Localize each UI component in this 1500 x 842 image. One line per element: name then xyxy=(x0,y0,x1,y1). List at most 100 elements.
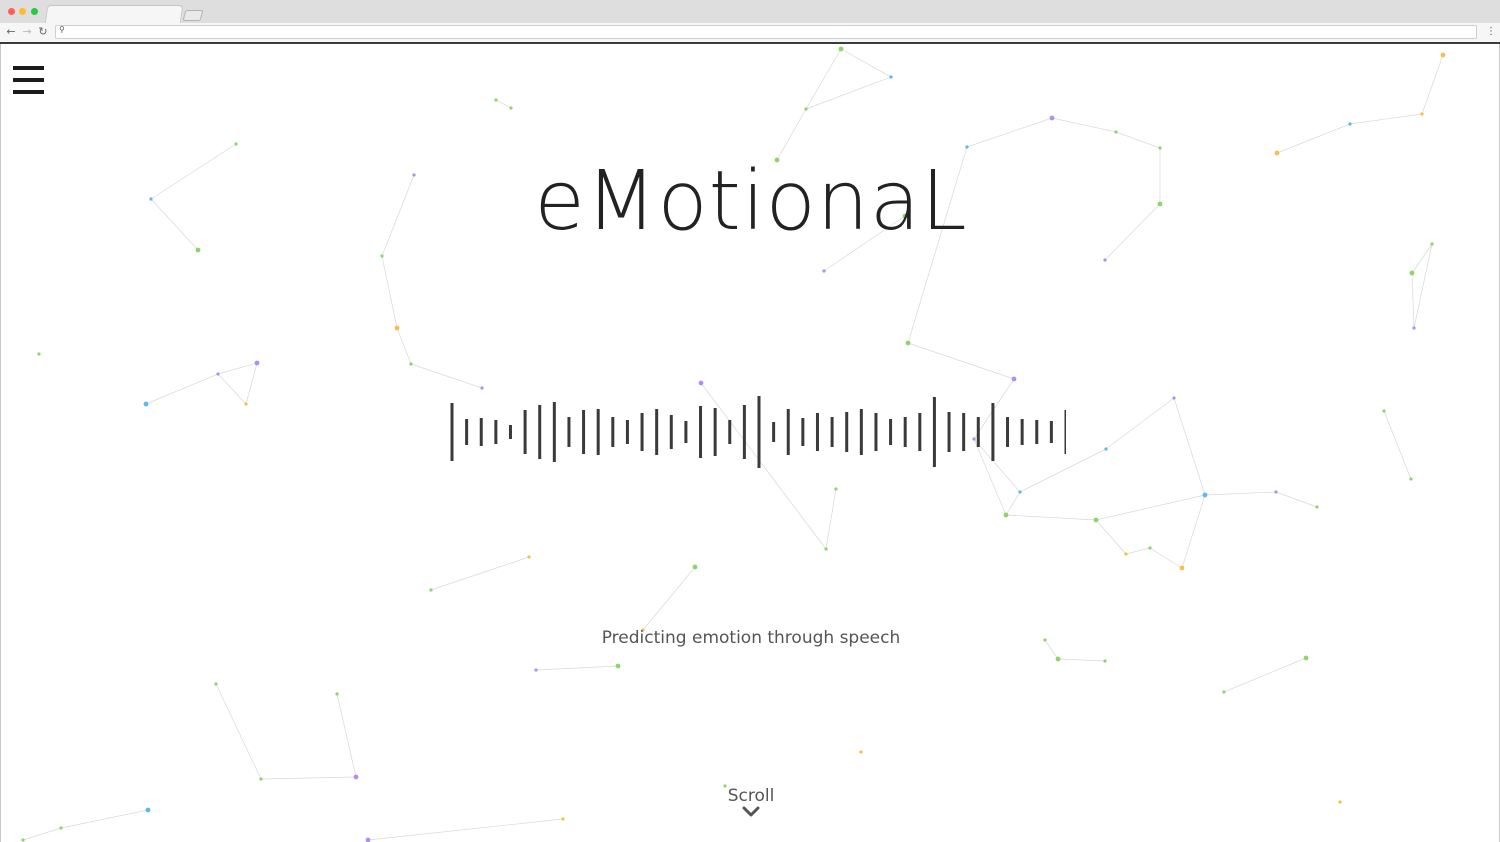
network-link xyxy=(22,827,62,841)
sound-wave-icon xyxy=(450,396,1066,468)
network-link xyxy=(1204,491,1277,496)
tagline: Predicting emotion through speech xyxy=(601,628,901,648)
network-link xyxy=(1005,514,1097,521)
network-dot xyxy=(1114,130,1118,134)
network-dot xyxy=(254,360,260,366)
network-dot xyxy=(409,362,413,366)
network-link xyxy=(245,362,258,405)
network-link xyxy=(805,76,892,110)
network-link xyxy=(1181,494,1206,569)
network-link xyxy=(381,255,398,329)
browser-tab[interactable] xyxy=(44,5,184,24)
search-icon: ⚲ xyxy=(59,25,65,34)
kebab-icon[interactable]: ⋮ xyxy=(1486,24,1496,40)
network-link xyxy=(495,99,512,109)
network-link xyxy=(776,108,807,161)
network-dot xyxy=(1338,800,1342,804)
network-dot xyxy=(1093,517,1099,523)
network-dot xyxy=(822,269,826,273)
network-dot xyxy=(905,340,911,346)
network-dot xyxy=(244,402,248,406)
network-link xyxy=(966,117,1053,148)
network-dot xyxy=(824,547,828,551)
window-close-button[interactable] xyxy=(8,8,15,15)
network-link xyxy=(805,48,842,110)
network-link xyxy=(217,362,258,375)
network-link xyxy=(1149,547,1183,569)
network-dot xyxy=(380,254,384,258)
network-dot xyxy=(1011,376,1017,382)
network-dot xyxy=(1148,546,1152,550)
network-link xyxy=(1223,657,1307,693)
network-dot xyxy=(561,817,565,821)
network-link xyxy=(410,363,483,389)
network-dot xyxy=(480,386,484,390)
hamburger-icon[interactable] xyxy=(13,66,44,94)
network-link xyxy=(1095,519,1127,555)
network-link xyxy=(336,693,357,778)
network-dot xyxy=(1409,270,1415,276)
network-dot xyxy=(1003,512,1009,518)
window-minimize-button[interactable] xyxy=(19,8,26,15)
arrow-left-icon[interactable]: ← xyxy=(4,24,18,40)
network-dot xyxy=(1103,258,1107,262)
network-dot xyxy=(1103,659,1107,663)
network-dot xyxy=(365,837,371,842)
network-dot xyxy=(965,145,969,149)
network-dot xyxy=(1055,656,1061,662)
address-bar[interactable]: ⚲ xyxy=(55,25,1477,39)
browser-toolbar: ← → ↻ ⚲ ⋮ xyxy=(0,23,1500,42)
network-link xyxy=(215,683,262,780)
network-link xyxy=(145,373,219,405)
network-dot xyxy=(1409,477,1413,481)
network-dot xyxy=(1179,565,1185,571)
network-dot xyxy=(615,663,621,669)
chevron-down-icon xyxy=(742,806,760,817)
network-link xyxy=(1005,491,1021,516)
network-dot xyxy=(1274,490,1278,494)
network-dot xyxy=(889,75,893,79)
network-dot xyxy=(804,107,808,111)
network-link xyxy=(367,818,564,841)
arrow-right-icon[interactable]: → xyxy=(20,24,34,40)
reload-icon[interactable]: ↻ xyxy=(36,24,50,40)
network-link xyxy=(396,327,412,365)
scroll-button[interactable]: Scroll xyxy=(701,786,801,818)
network-dot xyxy=(143,401,149,407)
network-link xyxy=(1383,410,1412,480)
network-link xyxy=(1173,397,1206,496)
window-maximize-button[interactable] xyxy=(31,8,38,15)
network-link xyxy=(642,566,696,631)
network-dot xyxy=(1382,409,1386,413)
network-dot xyxy=(838,46,844,52)
network-link xyxy=(1276,123,1351,154)
network-dot xyxy=(335,692,339,696)
network-dot xyxy=(1348,122,1352,126)
page-title: eMotionaL xyxy=(534,154,968,249)
network-dot xyxy=(1124,552,1128,556)
network-link xyxy=(217,373,247,405)
network-dot xyxy=(494,98,498,102)
network-dot xyxy=(527,555,531,559)
network-link xyxy=(260,776,357,780)
network-dot xyxy=(1412,326,1416,330)
network-dot xyxy=(1049,115,1055,121)
new-tab-button[interactable] xyxy=(182,10,204,21)
network-dot xyxy=(21,838,25,842)
network-dot xyxy=(216,372,220,376)
network-dot xyxy=(234,142,238,146)
network-dot xyxy=(1440,52,1446,58)
network-link xyxy=(1105,397,1175,450)
network-link xyxy=(825,488,837,550)
network-link xyxy=(1057,658,1106,662)
network-dot xyxy=(1222,690,1226,694)
page-content: eMotionaL Predicting emotion through spe… xyxy=(0,44,1500,842)
scroll-label: Scroll xyxy=(727,786,775,806)
network-dot xyxy=(834,487,838,491)
network-dot xyxy=(259,777,263,781)
network-dot xyxy=(59,826,63,830)
network-link xyxy=(1349,113,1423,125)
network-link xyxy=(1275,491,1318,508)
network-link xyxy=(430,556,530,591)
network-link xyxy=(1095,494,1206,521)
